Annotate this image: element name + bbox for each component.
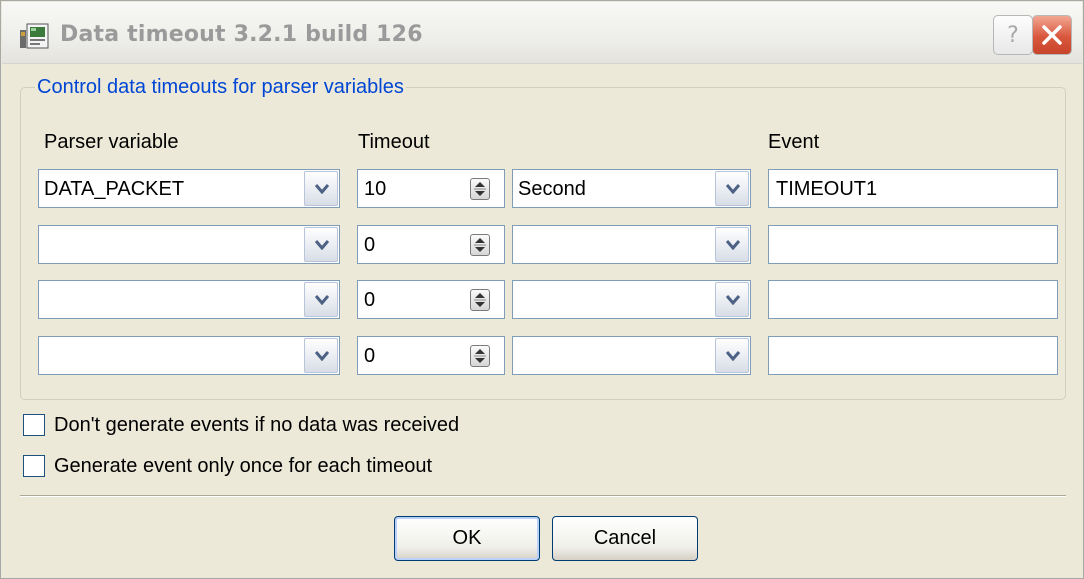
dropdown-button[interactable] xyxy=(304,338,338,373)
help-button[interactable]: ? xyxy=(993,15,1033,55)
once-per-timeout-checkbox[interactable] xyxy=(23,455,45,477)
timeout-value: 10 xyxy=(364,178,387,200)
spin-arrows[interactable] xyxy=(470,234,490,256)
chevron-down-icon xyxy=(726,295,740,305)
event-field-2[interactable] xyxy=(768,225,1058,264)
dropdown-button[interactable] xyxy=(715,171,749,206)
dropdown-button[interactable] xyxy=(715,282,749,317)
timeout-stepper-1[interactable]: 10 xyxy=(357,169,505,208)
title-bar[interactable]: Data timeout 3.2.1 build 126 ? xyxy=(2,2,1082,64)
up-down-arrows-icon xyxy=(474,238,486,252)
spin-arrows[interactable] xyxy=(470,178,490,200)
no-data-events-label[interactable]: Don't generate events if no data was rec… xyxy=(54,414,459,437)
dropdown-button[interactable] xyxy=(304,282,338,317)
up-down-arrows-icon xyxy=(474,182,486,196)
close-button[interactable] xyxy=(1032,15,1072,55)
timeout-value: 0 xyxy=(364,234,376,256)
chevron-down-icon xyxy=(726,351,740,361)
header-timeout: Timeout xyxy=(358,131,430,153)
timeout-stepper-2[interactable]: 0 xyxy=(357,225,505,264)
dropdown-button[interactable] xyxy=(304,171,338,206)
parser-variable-select-4[interactable] xyxy=(38,336,340,375)
separator xyxy=(20,495,1066,497)
dropdown-button[interactable] xyxy=(715,227,749,262)
timeout-unit-select-2[interactable] xyxy=(512,225,751,264)
header-parser-variable: Parser variable xyxy=(44,131,179,153)
dropdown-button[interactable] xyxy=(715,338,749,373)
timeout-stepper-4[interactable]: 0 xyxy=(357,336,505,375)
chevron-down-icon xyxy=(726,240,740,250)
timeout-unit-select-3[interactable] xyxy=(512,280,751,319)
once-per-timeout-label[interactable]: Generate event only once for each timeou… xyxy=(54,455,432,478)
timeout-stepper-3[interactable]: 0 xyxy=(357,280,505,319)
spin-arrows[interactable] xyxy=(470,345,490,367)
group-legend: Control data timeouts for parser variabl… xyxy=(35,76,406,99)
cancel-button[interactable]: Cancel xyxy=(552,516,698,561)
up-down-arrows-icon xyxy=(474,293,486,307)
spin-arrows[interactable] xyxy=(470,289,490,311)
header-event: Event xyxy=(768,131,820,153)
chevron-down-icon xyxy=(315,351,329,361)
parser-variable-select-2[interactable] xyxy=(38,225,340,264)
event-value: TIMEOUT1 xyxy=(776,178,878,200)
chevron-down-icon xyxy=(315,184,329,194)
app-icon xyxy=(20,23,49,49)
dialog-window: Data timeout 3.2.1 build 126 ? Control d… xyxy=(0,0,1084,579)
event-field-1[interactable]: TIMEOUT1 xyxy=(768,169,1058,208)
parser-variable-value: DATA_PACKET xyxy=(44,178,185,200)
parser-variable-select-3[interactable] xyxy=(38,280,340,319)
event-field-3[interactable] xyxy=(768,280,1058,319)
timeout-unit-value: Second xyxy=(518,178,586,200)
event-field-4[interactable] xyxy=(768,336,1058,375)
window-title: Data timeout 3.2.1 build 126 xyxy=(60,22,423,47)
chevron-down-icon xyxy=(315,295,329,305)
timeout-value: 0 xyxy=(364,345,376,367)
close-icon xyxy=(1042,25,1062,45)
chevron-down-icon xyxy=(315,240,329,250)
timeout-unit-select-1[interactable]: Second xyxy=(512,169,751,208)
timeout-value: 0 xyxy=(364,289,376,311)
timeout-unit-select-4[interactable] xyxy=(512,336,751,375)
chevron-down-icon xyxy=(726,184,740,194)
parser-variable-select-1[interactable]: DATA_PACKET xyxy=(38,169,340,208)
up-down-arrows-icon xyxy=(474,349,486,363)
help-icon: ? xyxy=(1007,23,1019,48)
ok-button[interactable]: OK xyxy=(394,516,540,561)
no-data-events-checkbox[interactable] xyxy=(23,414,45,436)
dropdown-button[interactable] xyxy=(304,227,338,262)
